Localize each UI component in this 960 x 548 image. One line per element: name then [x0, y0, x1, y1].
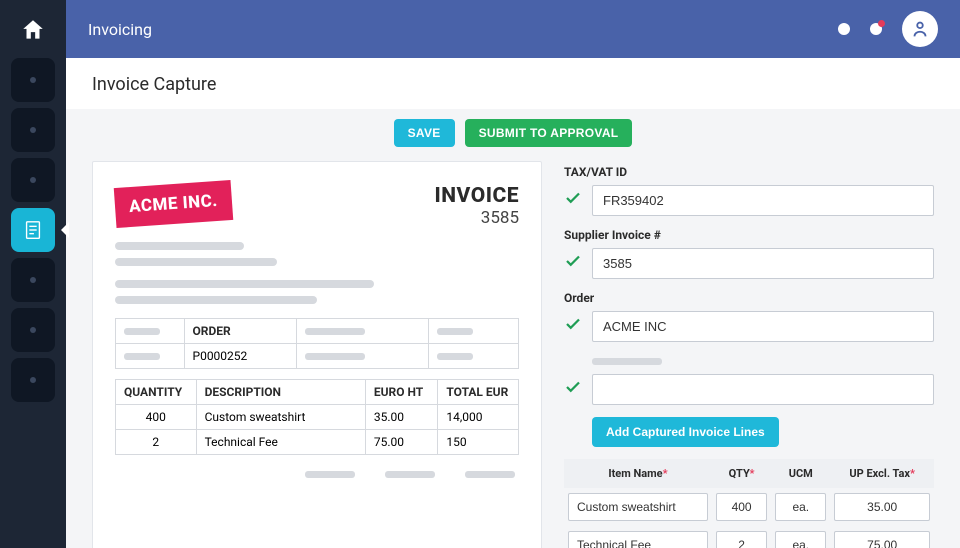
user-avatar[interactable]	[902, 11, 938, 47]
supplier-input[interactable]	[592, 248, 934, 279]
ucm-input[interactable]	[775, 493, 826, 521]
invoice-label: INVOICE	[435, 184, 519, 208]
dot-icon	[30, 377, 36, 383]
ucm-input[interactable]	[775, 531, 826, 548]
company-stamp: ACME INC.	[114, 180, 233, 228]
line-row	[564, 526, 934, 548]
top-bar: Invoicing	[66, 0, 960, 58]
dot-icon	[30, 127, 36, 133]
col-qty: QTY*	[712, 459, 771, 488]
dot-icon	[30, 277, 36, 283]
order-input[interactable]	[592, 311, 934, 342]
active-caret	[53, 222, 69, 238]
person-icon	[909, 18, 931, 40]
sidebar	[0, 0, 66, 548]
placeholder-label	[592, 358, 662, 365]
line-row	[564, 488, 934, 526]
col-total: TOTAL EUR	[438, 380, 519, 405]
order-table: ORDER P0000252	[115, 318, 519, 369]
dot-icon	[30, 77, 36, 83]
add-lines-button[interactable]: Add Captured Invoice Lines	[592, 417, 779, 447]
captured-lines-table: Item Name* QTY* UCM UP Excl. Tax*	[564, 459, 934, 548]
placeholder-cell	[437, 328, 473, 335]
nav-item-5[interactable]	[11, 258, 55, 302]
nav-item-3[interactable]	[11, 158, 55, 202]
table-row: 2 Technical Fee 75.00 150	[116, 430, 519, 455]
placeholder-cell	[305, 471, 355, 478]
col-qty: QUANTITY	[116, 380, 197, 405]
order-value: P0000252	[184, 344, 297, 369]
extra-input[interactable]	[592, 374, 934, 405]
dot-icon	[30, 177, 36, 183]
nav-item-2[interactable]	[11, 108, 55, 152]
placeholder-line	[115, 258, 277, 266]
submit-approval-button[interactable]: SUBMIT TO APPROVAL	[465, 119, 633, 147]
tax-label: TAX/VAT ID	[564, 165, 934, 179]
col-up: UP Excl. Tax*	[830, 459, 934, 488]
placeholder-cell	[124, 353, 160, 360]
toolbar: SAVE SUBMIT TO APPROVAL	[66, 109, 960, 161]
nav-item-invoice[interactable]	[11, 208, 55, 252]
order-header: ORDER	[184, 319, 297, 344]
up-input[interactable]	[834, 493, 930, 521]
check-icon	[564, 189, 582, 212]
placeholder-line	[115, 280, 374, 288]
order-label: Order	[564, 291, 934, 305]
check-icon	[564, 378, 582, 401]
qty-input[interactable]	[716, 531, 767, 548]
item-name-input[interactable]	[568, 493, 708, 521]
status-dot-1[interactable]	[838, 23, 850, 35]
col-euro: EURO HT	[365, 380, 438, 405]
qty-input[interactable]	[716, 493, 767, 521]
nav-item-6[interactable]	[11, 308, 55, 352]
item-name-input[interactable]	[568, 531, 708, 548]
lines-table: QUANTITY DESCRIPTION EURO HT TOTAL EUR 4…	[115, 379, 519, 455]
col-item-name: Item Name*	[564, 459, 712, 488]
capture-form: TAX/VAT ID Supplier Invoice # Order	[564, 161, 934, 548]
check-icon	[564, 252, 582, 275]
document-icon	[22, 219, 44, 241]
placeholder-line	[115, 242, 244, 250]
invoice-number: 3585	[435, 208, 519, 228]
page-title: Invoice Capture	[66, 58, 960, 109]
col-desc: DESCRIPTION	[196, 380, 365, 405]
nav-item-1[interactable]	[11, 58, 55, 102]
notification-dot[interactable]	[870, 23, 882, 35]
placeholder-cell	[124, 328, 160, 335]
placeholder-cell	[305, 328, 365, 335]
placeholder-cell	[305, 353, 365, 360]
placeholder-line	[115, 296, 317, 304]
supplier-label: Supplier Invoice #	[564, 228, 934, 242]
save-button[interactable]: SAVE	[394, 119, 455, 147]
nav-item-7[interactable]	[11, 358, 55, 402]
home-icon	[20, 17, 46, 43]
check-icon	[564, 315, 582, 338]
home-button[interactable]	[11, 8, 55, 52]
tax-input[interactable]	[592, 185, 934, 216]
placeholder-cell	[465, 471, 515, 478]
invoice-preview: ACME INC. INVOICE 3585	[92, 161, 542, 548]
dot-icon	[30, 327, 36, 333]
placeholder-cell	[437, 353, 473, 360]
app-title: Invoicing	[88, 20, 152, 39]
placeholder-cell	[385, 471, 435, 478]
table-row: 400 Custom sweatshirt 35.00 14,000	[116, 405, 519, 430]
col-ucm: UCM	[771, 459, 830, 488]
up-input[interactable]	[834, 531, 930, 548]
